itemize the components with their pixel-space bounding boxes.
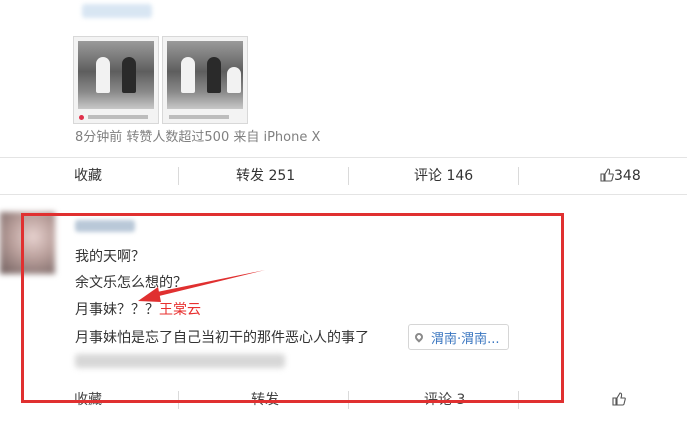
comment-line-2: 余文乐怎么想的？ (75, 275, 187, 291)
photo-scene (167, 41, 243, 109)
favorite-button[interactable]: 收藏 (74, 382, 102, 418)
comment-item: 我的天啊？ 余文乐怎么想的？ 月事妹？？？王棠云 月事妹怕是忘了自己当初干的那件… (0, 206, 687, 444)
mention-link[interactable]: 王棠云 (159, 302, 201, 318)
blurred-username (75, 220, 135, 232)
weibo-post: 8分钟前 转赞人数超过500 来自 iPhone X 收藏 转发 251 评论 … (0, 0, 687, 200)
comment-line-1: 我的天啊？ (75, 249, 145, 265)
like-count: 348 (614, 168, 641, 184)
avatar[interactable] (0, 212, 55, 274)
comment-button[interactable]: 评论 146 (414, 158, 473, 194)
comment-line-3: 月事妹？？？王棠云 (75, 299, 201, 319)
thumbs-up-icon (600, 168, 614, 182)
repost-button[interactable]: 转发 251 (236, 158, 295, 194)
comment-line-4: 月事妹怕是忘了自己当初干的那件恶心人的事了 (75, 330, 369, 346)
divider (348, 391, 349, 409)
location-text: 渭南·渭南... (431, 331, 500, 347)
location-pin-icon (413, 331, 425, 343)
divider (518, 391, 519, 409)
post-photo-1[interactable] (73, 36, 159, 124)
comment-action-bar: 收藏 转发 评论 3 (0, 382, 687, 418)
divider (178, 391, 179, 409)
post-action-bar: 收藏 转发 251 评论 146 348 (0, 157, 687, 195)
divider (178, 167, 179, 185)
comment-text: 月事妹？？？ (75, 302, 159, 318)
blurred-username (82, 4, 152, 18)
location-badge[interactable]: 渭南·渭南... (408, 324, 509, 350)
blurred-text (75, 354, 285, 368)
thumbs-up-icon (612, 392, 626, 406)
divider (348, 167, 349, 185)
photo-scene (78, 41, 154, 109)
heart-icon (79, 115, 84, 120)
comment-button[interactable]: 评论 3 (424, 382, 465, 418)
divider (518, 167, 519, 185)
post-meta: 8分钟前 转赞人数超过500 来自 iPhone X (75, 130, 321, 145)
like-button[interactable] (612, 382, 626, 418)
favorite-button[interactable]: 收藏 (74, 158, 102, 194)
repost-button[interactable]: 转发 (251, 382, 279, 418)
like-button[interactable]: 348 (600, 158, 641, 194)
post-photo-2[interactable] (162, 36, 248, 124)
